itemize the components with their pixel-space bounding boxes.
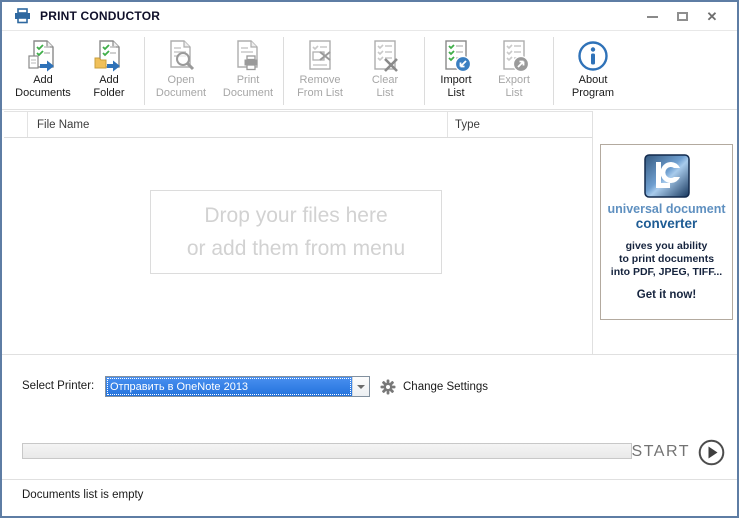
status-bar-divider — [2, 479, 737, 480]
add-folder-icon — [93, 38, 125, 74]
printer-row: Select Printer: Отправить в OneNote 2013… — [2, 374, 737, 400]
app-title: PRINT CONDUCTOR — [40, 9, 161, 23]
import-list-button[interactable]: Import List — [427, 36, 485, 108]
toolbar-separator — [144, 37, 145, 105]
clear-list-icon — [369, 38, 401, 74]
toolbar-label: Folder — [93, 87, 125, 99]
export-list-icon — [498, 38, 530, 74]
ad-brand-line-1: universal document — [607, 202, 726, 216]
remove-from-list-icon — [304, 38, 336, 74]
toolbar-label: Clear — [371, 74, 399, 86]
dropzone-line-1: Drop your files here — [204, 204, 388, 227]
about-program-button[interactable]: About Program — [558, 36, 628, 108]
printer-select-combobox[interactable]: Отправить в OneNote 2013 — [105, 376, 370, 397]
toolbar-label: Add — [33, 74, 53, 86]
column-header-file-name[interactable]: File Name — [28, 112, 448, 137]
play-circle-icon — [698, 439, 725, 465]
udc-logo-icon — [643, 154, 690, 198]
print-document-button[interactable]: Print Document — [215, 36, 281, 108]
udc-ad-banner[interactable]: universal document converter gives you a… — [600, 144, 733, 320]
ad-brand-line-2: converter — [635, 216, 698, 231]
print-progress-bar — [22, 443, 632, 459]
title-bar: PRINT CONDUCTOR ✕ — [2, 2, 737, 31]
toolbar-label: Import — [440, 74, 472, 86]
change-settings-button[interactable]: Change Settings — [380, 376, 488, 397]
print-conductor-window: PRINT CONDUCTOR ✕ Add Documents Add Fold… — [0, 0, 739, 518]
start-button[interactable]: START — [628, 434, 729, 470]
chevron-down-icon — [357, 384, 365, 389]
dropzone-line-2: or add them from menu — [186, 237, 406, 260]
remove-from-list-button[interactable]: Remove From List — [286, 36, 354, 108]
toolbar-label: Program — [571, 87, 615, 99]
toolbar-separator — [553, 37, 554, 105]
column-header-type[interactable]: Type — [448, 112, 592, 137]
toolbar-label: List — [447, 87, 465, 99]
ad-body-line: to print documents — [618, 253, 715, 265]
list-bottom-divider — [2, 354, 737, 355]
clear-list-button[interactable]: Clear List — [354, 36, 416, 108]
about-program-icon — [576, 38, 610, 74]
ad-body-line: gives you ability — [625, 240, 708, 252]
add-folder-button[interactable]: Add Folder — [76, 36, 142, 108]
maximize-icon — [676, 12, 688, 21]
select-printer-label: Select Printer: — [22, 380, 95, 392]
start-button-label: START — [631, 443, 690, 460]
toolbar: Add Documents Add Folder Open Document P… — [2, 32, 737, 110]
file-drop-zone[interactable]: Drop your files here or add them from me… — [150, 190, 442, 274]
selected-printer-value[interactable]: Отправить в OneNote 2013 — [106, 377, 352, 396]
toolbar-label: List — [505, 87, 523, 99]
minimize-icon — [646, 15, 658, 18]
file-list-header: File Name Type — [4, 111, 592, 138]
open-document-button[interactable]: Open Document — [147, 36, 215, 108]
toolbar-label: From List — [297, 87, 343, 99]
window-controls: ✕ — [637, 2, 727, 31]
status-bar-text: Documents list is empty — [22, 489, 144, 501]
toolbar-label: List — [376, 87, 394, 99]
combobox-dropdown-button[interactable] — [352, 377, 369, 396]
export-list-button[interactable]: Export List — [485, 36, 543, 108]
toolbar-label: Documents — [15, 87, 71, 99]
minimize-button[interactable] — [637, 4, 667, 30]
ad-cta-link[interactable]: Get it now! — [601, 289, 732, 301]
add-documents-button[interactable]: Add Documents — [10, 36, 76, 108]
change-settings-label: Change Settings — [403, 380, 489, 393]
maximize-button[interactable] — [667, 4, 697, 30]
ad-body-line: into PDF, JPEG, TIFF... — [610, 266, 723, 278]
close-button[interactable]: ✕ — [697, 4, 727, 30]
toolbar-label: Open — [167, 74, 195, 86]
toolbar-separator — [283, 37, 284, 105]
print-document-icon — [232, 38, 264, 74]
close-icon: ✕ — [706, 9, 718, 24]
toolbar-label: About — [578, 74, 608, 86]
add-documents-icon — [27, 38, 59, 74]
checkbox-column-header[interactable] — [4, 112, 28, 137]
toolbar-label: Add — [99, 74, 119, 86]
toolbar-label: Remove — [299, 74, 341, 86]
toolbar-label: Export — [498, 74, 530, 86]
open-document-icon — [165, 38, 197, 74]
gear-icon — [380, 379, 396, 394]
list-right-divider — [592, 111, 593, 355]
toolbar-label: Document — [222, 87, 274, 99]
toolbar-label: Print — [236, 74, 260, 86]
toolbar-separator — [424, 37, 425, 105]
progress-row: START — [2, 434, 737, 470]
printer-icon — [15, 8, 30, 24]
import-list-icon — [440, 38, 472, 74]
toolbar-label: Document — [155, 87, 207, 99]
